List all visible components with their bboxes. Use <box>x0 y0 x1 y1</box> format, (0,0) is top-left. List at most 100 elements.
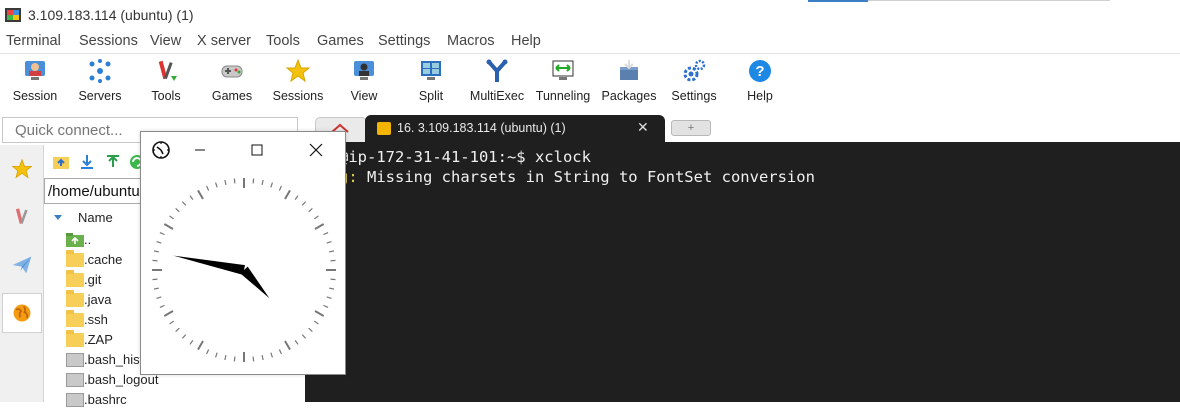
file-name: .. <box>84 232 92 247</box>
minute-tick <box>308 327 313 333</box>
tab-label: 16. 3.109.183.114 (ubuntu) (1) <box>397 121 566 135</box>
folder-icon <box>66 330 84 347</box>
minute-tick <box>270 182 274 188</box>
tunneling-button[interactable]: Tunneling <box>528 58 598 110</box>
view-button[interactable]: View <box>329 58 399 110</box>
minute-tick <box>214 182 218 188</box>
parent-folder-icon[interactable] <box>52 153 70 171</box>
sidebar-tab-tools[interactable] <box>2 197 42 237</box>
minute-tick <box>152 259 158 262</box>
close-tab-icon[interactable]: ✕ <box>637 119 649 136</box>
games-button[interactable]: Games <box>197 58 267 110</box>
minute-tick <box>214 352 218 358</box>
session-icon <box>25 61 45 80</box>
menu-settings[interactable]: Settings <box>378 33 430 49</box>
menu-tools[interactable]: Tools <box>266 33 300 49</box>
minimize-button[interactable] <box>185 137 215 163</box>
minute-tick <box>233 356 236 362</box>
minute-tick <box>261 354 264 361</box>
column-name-label: Name <box>78 210 113 225</box>
minute-tick <box>261 179 264 186</box>
session-label: Session <box>12 89 58 103</box>
gear-icon <box>683 59 706 82</box>
clock-icon <box>152 141 170 159</box>
minute-tick <box>206 185 210 191</box>
tools-icon <box>15 208 28 224</box>
window-title: 3.109.183.114 (ubuntu) (1) <box>28 7 194 23</box>
sessions-label: Sessions <box>272 89 324 103</box>
multiexec-button[interactable]: MultiExec <box>462 58 532 110</box>
file-icon <box>66 393 84 407</box>
upload-icon[interactable] <box>104 153 122 171</box>
folder-icon <box>66 290 84 307</box>
split-button[interactable]: Split <box>396 58 466 110</box>
menu-sessions[interactable]: Sessions <box>79 33 138 49</box>
help-label: Help <box>747 89 773 103</box>
hour-hand <box>173 255 245 275</box>
settings-button[interactable]: Settings <box>659 58 729 110</box>
sessions-button[interactable]: Sessions <box>263 58 333 110</box>
terminal-tab-bar: 16. 3.109.183.114 (ubuntu) (1) ✕ + <box>305 112 1180 142</box>
star-icon <box>285 58 311 83</box>
minute-tick <box>308 207 313 213</box>
file-icon <box>66 353 84 367</box>
star-icon <box>11 158 33 179</box>
minute-tick <box>153 250 160 253</box>
minute-tick <box>224 354 227 361</box>
sidebar-tab-sessions[interactable] <box>2 149 42 189</box>
tunneling-icon <box>552 60 574 80</box>
list-item[interactable]: .bashrc <box>44 390 300 410</box>
minute-tick <box>156 240 162 244</box>
xclock-title-bar[interactable] <box>141 132 345 168</box>
menu-terminal[interactable]: Terminal <box>6 33 61 49</box>
title-bar: 3.109.183.114 (ubuntu) (1) <box>0 0 1180 30</box>
mobaxterm-app-icon <box>5 8 21 22</box>
file-name: .java <box>84 292 112 307</box>
minute-tick <box>326 296 332 300</box>
parent-folder-icon <box>66 233 84 247</box>
menu-bar: Terminal Sessions View X server Tools Ga… <box>0 30 1180 54</box>
folder-icon <box>66 310 84 327</box>
sort-arrow-icon <box>54 215 62 220</box>
tab-active-session[interactable]: 16. 3.109.183.114 (ubuntu) (1) ✕ <box>365 115 665 142</box>
maximize-button[interactable] <box>242 137 272 163</box>
minute-tick <box>323 304 329 308</box>
menu-macros[interactable]: Macros <box>447 33 495 49</box>
servers-button[interactable]: Servers <box>65 58 135 110</box>
menu-x-server[interactable]: X server <box>197 33 251 49</box>
sidebar-tab-sftp[interactable] <box>2 293 42 333</box>
tools-icon <box>158 60 177 81</box>
settings-label: Settings <box>671 89 717 103</box>
file-name: .cache <box>84 252 123 267</box>
minute-tick <box>330 278 336 281</box>
menu-view[interactable]: View <box>150 33 181 49</box>
tools-button[interactable]: Tools <box>131 58 201 110</box>
minute-tick <box>278 349 282 355</box>
hour-tick <box>163 223 174 230</box>
minute-tick <box>156 296 162 300</box>
view-label: View <box>350 89 378 103</box>
servers-label: Servers <box>78 89 122 103</box>
minute-tick <box>175 207 180 213</box>
file-name: .bashrc <box>84 392 127 407</box>
tunneling-label: Tunneling <box>535 89 591 103</box>
menu-help[interactable]: Help <box>511 33 541 49</box>
session-button[interactable]: Session <box>0 58 70 110</box>
close-button[interactable] <box>301 137 331 163</box>
sidebar-tab-macros[interactable] <box>2 245 42 285</box>
help-button[interactable]: ? Help <box>725 58 795 110</box>
new-tab-button[interactable]: + <box>671 120 711 136</box>
minute-tick <box>301 334 307 339</box>
download-icon[interactable] <box>78 153 96 171</box>
file-name: .ssh <box>84 312 108 327</box>
packages-button[interactable]: Packages <box>594 58 664 110</box>
minute-tick <box>330 259 336 262</box>
terminal-area[interactable]: ntu@ip-172-31-41-101:~$ xclock ning: Mis… <box>305 142 1180 402</box>
hour-tick <box>314 310 325 317</box>
terminal-line-warning: ning: Missing charsets in String to Font… <box>311 168 815 186</box>
minute-tick <box>323 232 329 236</box>
menu-games[interactable]: Games <box>317 33 364 49</box>
minute-tick <box>270 352 274 358</box>
minute-tick <box>233 178 236 184</box>
minute-tick <box>189 195 194 200</box>
